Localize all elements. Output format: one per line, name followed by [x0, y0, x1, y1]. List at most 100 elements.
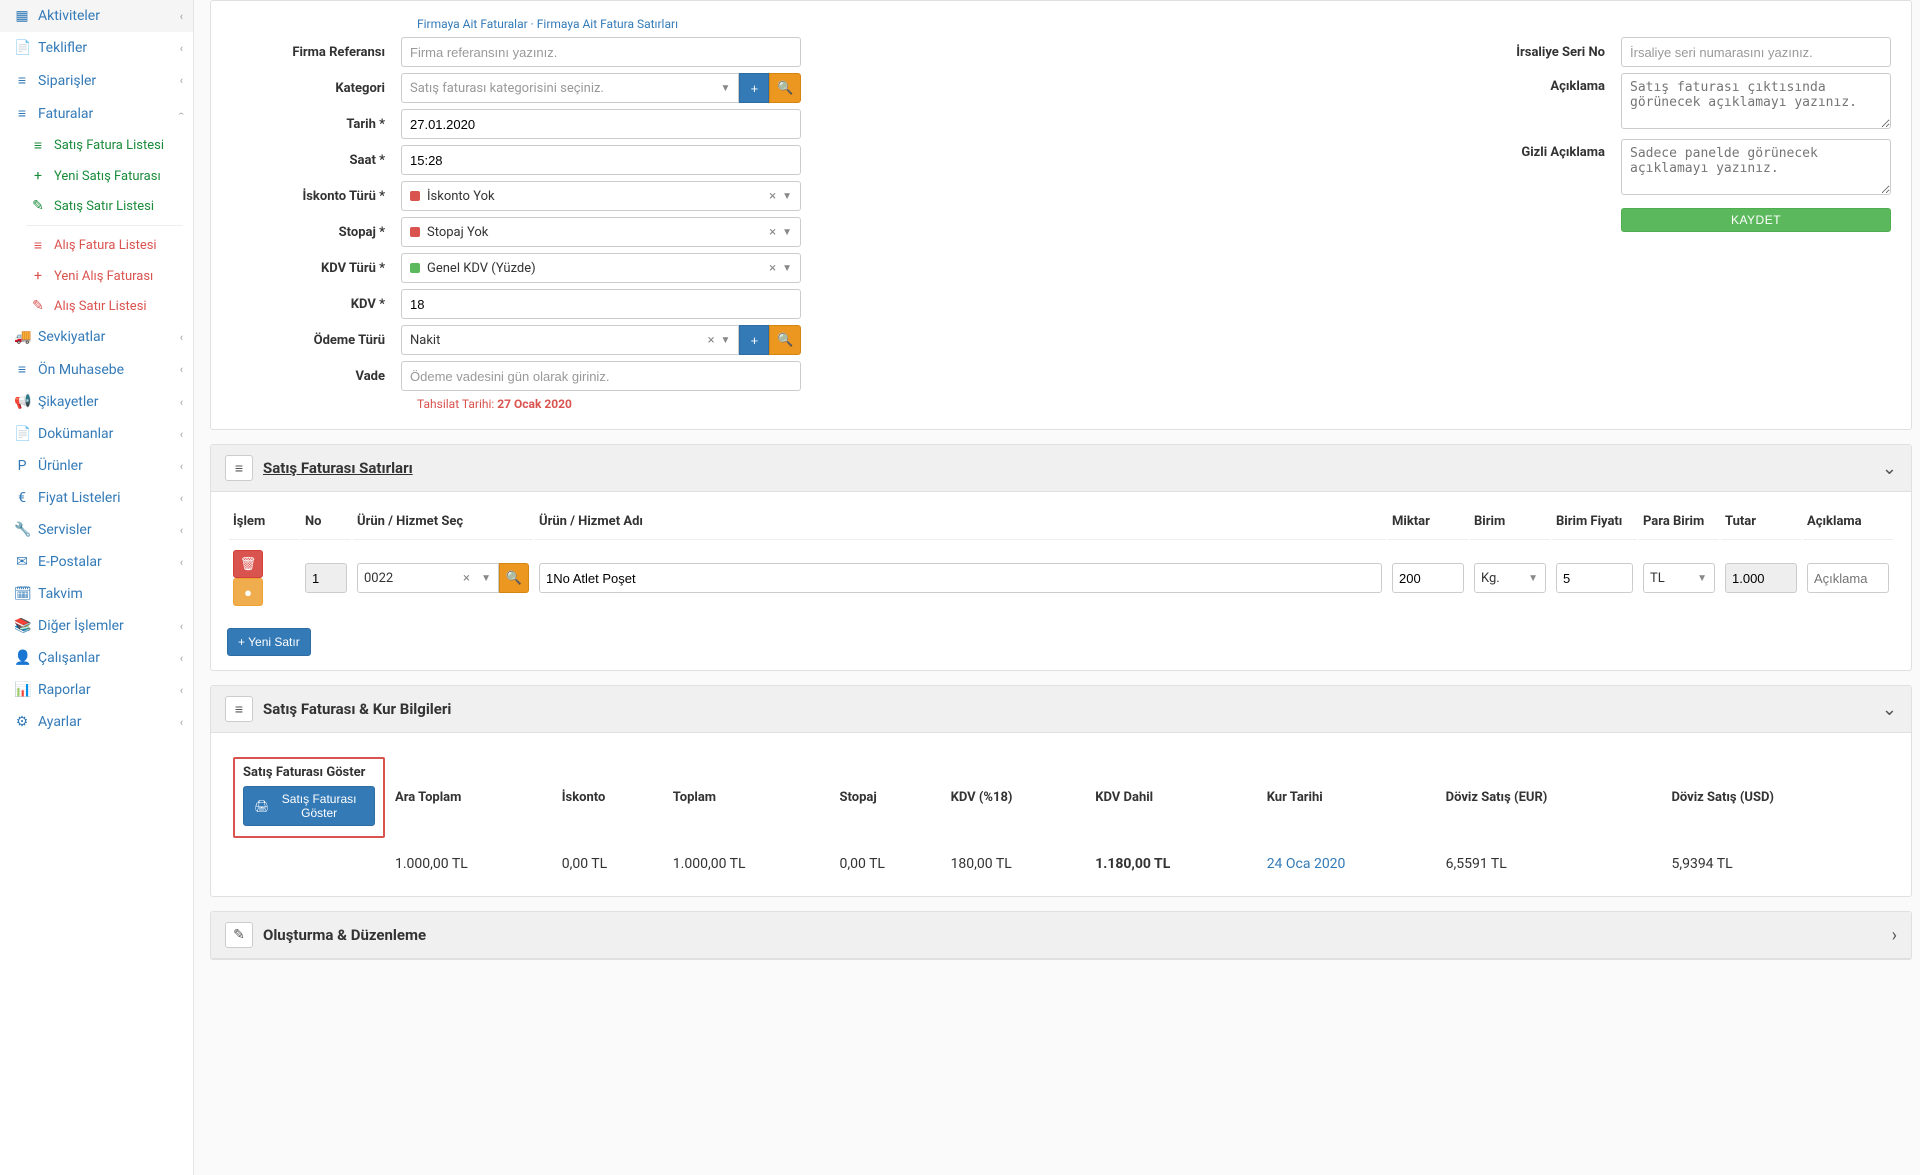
sidebar-item-siparisler[interactable]: ≡Siparişler‹: [0, 64, 193, 97]
lines-panel-menu-button[interactable]: ≡: [225, 455, 253, 481]
kategori-add-button[interactable]: +: [739, 73, 769, 103]
delete-row-button[interactable]: 🗑: [233, 550, 263, 578]
sidebar-item-on-muhasebe[interactable]: ≡Ön Muhasebe‹: [0, 353, 193, 386]
sidebar-item-raporlar[interactable]: 📊Raporlar‹: [0, 674, 193, 706]
sidebar-sub-satis-satir-listesi[interactable]: ✎Satış Satır Listesi: [16, 191, 193, 221]
stopaj-select[interactable]: Stopaj Yok×▼: [401, 217, 801, 247]
odeme-turu-select[interactable]: Nakit×▼: [401, 325, 739, 355]
divider: [26, 225, 183, 226]
pencil-icon: ✎: [30, 298, 46, 314]
sidebar-item-faturalar[interactable]: ≡Faturalar‹: [0, 97, 193, 130]
vade-input[interactable]: [401, 361, 801, 391]
kategori-select[interactable]: Satış faturası kategorisini seçiniz.▼: [401, 73, 739, 103]
sidebar-sub-alis-satir-listesi[interactable]: ✎Alış Satır Listesi: [16, 291, 193, 321]
show-invoice-button[interactable]: 🖨Satış Faturası Göster: [243, 786, 375, 826]
aciklama-textarea[interactable]: [1621, 73, 1891, 129]
kategori-search-button[interactable]: 🔍: [769, 73, 801, 103]
sidebar-item-label: Satış Satır Listesi: [54, 199, 154, 214]
iskonto-turu-select[interactable]: İskonto Yok×▼: [401, 181, 801, 211]
sidebar-item-servisler[interactable]: 🔧Servisler‹: [0, 514, 193, 546]
sidebar-item-dokumanlar[interactable]: 📄Dokümanlar‹: [0, 418, 193, 450]
th-no: No: [301, 508, 351, 540]
sidebar-sub-yeni-alis-faturasi[interactable]: +Yeni Alış Faturası: [16, 261, 193, 291]
row-birim-select[interactable]: Kg.▼: [1474, 563, 1546, 593]
gear-icon: ⚙: [14, 714, 30, 730]
sidebar-item-epostalar[interactable]: ✉E-Postalar‹: [0, 546, 193, 578]
sidebar-item-label: Ürünler: [38, 458, 83, 474]
clear-icon[interactable]: ×: [769, 225, 776, 240]
calendar-icon: 🗓: [14, 586, 30, 602]
tarih-input[interactable]: [401, 109, 801, 139]
td-kur-tarihi[interactable]: 24 Oca 2020: [1263, 852, 1440, 880]
clear-icon[interactable]: ×: [708, 333, 715, 348]
sidebar-item-label: Teklifler: [38, 40, 87, 56]
odeme-add-button[interactable]: +: [739, 325, 769, 355]
irsaliye-seri-input[interactable]: [1621, 37, 1891, 67]
sidebar-item-label: Diğer İşlemler: [38, 618, 124, 634]
kur-panel-menu-button[interactable]: ≡: [225, 696, 253, 722]
row-product-search-button[interactable]: 🔍: [499, 563, 529, 593]
list-icon: ≡: [14, 72, 30, 89]
sidebar-item-sikayetler[interactable]: 📢Şikayetler‹: [0, 386, 193, 418]
search-icon: 🔍: [777, 80, 793, 96]
row-aciklama-input[interactable]: [1807, 563, 1889, 593]
edit-icon: ✎: [233, 927, 245, 943]
sidebar-sub-yeni-satis-faturasi[interactable]: +Yeni Satış Faturası: [16, 161, 193, 191]
sidebar-sub-satis-fatura-listesi[interactable]: ≡Satış Fatura Listesi: [16, 130, 193, 161]
olusturma-panel-icon-button[interactable]: ✎: [225, 922, 253, 948]
gizli-aciklama-textarea[interactable]: [1621, 139, 1891, 195]
row-para-birim-select[interactable]: TL▼: [1643, 563, 1715, 593]
circle-icon: ●: [244, 585, 252, 600]
list-icon: ≡: [14, 105, 30, 122]
clear-icon[interactable]: ×: [769, 189, 776, 204]
new-row-button[interactable]: + Yeni Satır: [227, 628, 311, 656]
vade-label: Vade: [231, 369, 401, 384]
th-doviz-eur: Döviz Satış (EUR): [1442, 749, 1666, 850]
sidebar-item-label: Aktiviteler: [38, 8, 100, 24]
sidebar-item-label: Raporlar: [38, 682, 91, 698]
odeme-turu-label: Ödeme Türü: [231, 333, 401, 348]
saat-label: Saat *: [231, 153, 401, 168]
chevron-left-icon: ‹: [180, 716, 183, 729]
lines-panel-toggle[interactable]: ⌄: [1882, 458, 1897, 479]
breadcrumb[interactable]: Firmaya Ait Faturalar · Firmaya Ait Fatu…: [231, 17, 1891, 31]
table-row: 1.000,00 TL 0,00 TL 1.000,00 TL 0,00 TL …: [229, 852, 1893, 880]
clear-icon[interactable]: ×: [769, 261, 776, 276]
row-action-button[interactable]: ●: [233, 578, 263, 606]
th-urun-sec: Ürün / Hizmet Seç: [353, 508, 533, 540]
sidebar-item-urunler[interactable]: PÜrünler‹: [0, 450, 193, 482]
sidebar-sub-alis-fatura-listesi[interactable]: ≡Alış Fatura Listesi: [16, 230, 193, 261]
kur-panel-toggle[interactable]: ⌄: [1882, 699, 1897, 720]
plus-icon: +: [751, 81, 759, 96]
row-product-name-input[interactable]: [539, 563, 1382, 593]
sidebar-item-takvim[interactable]: 🗓Takvim: [0, 578, 193, 610]
chevron-left-icon: ‹: [180, 684, 183, 697]
row-product-select[interactable]: 0022×▼: [357, 563, 499, 593]
sidebar-item-fiyat-listeleri[interactable]: €Fiyat Listeleri‹: [0, 482, 193, 514]
saat-input[interactable]: [401, 145, 801, 175]
invoice-lines-table: İşlem No Ürün / Hizmet Seç Ürün / Hizmet…: [227, 506, 1895, 616]
sidebar-item-diger-islemler[interactable]: 📚Diğer İşlemler‹: [0, 610, 193, 642]
kaydet-button[interactable]: KAYDET: [1621, 208, 1891, 232]
odeme-search-button[interactable]: 🔍: [769, 325, 801, 355]
sidebar-item-calisanlar[interactable]: 👤Çalışanlar‹: [0, 642, 193, 674]
sidebar-item-teklifler[interactable]: 📄Teklifler‹: [0, 32, 193, 64]
kdv-input[interactable]: [401, 289, 801, 319]
olusturma-panel-toggle[interactable]: ›: [1892, 925, 1897, 946]
lines-panel-title: Satış Faturası Satırları: [263, 459, 413, 477]
tarih-label: Tarih *: [231, 117, 401, 132]
envelope-icon: ✉: [14, 554, 30, 570]
sidebar-item-label: Siparişler: [38, 73, 96, 89]
sidebar-item-ayarlar[interactable]: ⚙Ayarlar‹: [0, 706, 193, 738]
td-toplam: 1.000,00 TL: [669, 852, 834, 880]
row-miktar-input[interactable]: [1392, 563, 1464, 593]
kdv-turu-select[interactable]: Genel KDV (Yüzde)×▼: [401, 253, 801, 283]
sidebar-item-sevkiyatlar[interactable]: 🚚Sevkiyatlar‹: [0, 321, 193, 353]
stopaj-label: Stopaj *: [231, 225, 401, 240]
firma-referansi-input[interactable]: [401, 37, 801, 67]
table-row: 🗑 ● 0022×▼🔍 Kg.▼ TL▼: [229, 542, 1893, 614]
row-tutar-input: [1725, 563, 1797, 593]
irsaliye-seri-label: İrsaliye Seri No: [1491, 45, 1621, 60]
sidebar-item-aktiviteler[interactable]: ▦Aktiviteler‹: [0, 0, 193, 32]
row-birim-fiyati-input[interactable]: [1556, 563, 1633, 593]
